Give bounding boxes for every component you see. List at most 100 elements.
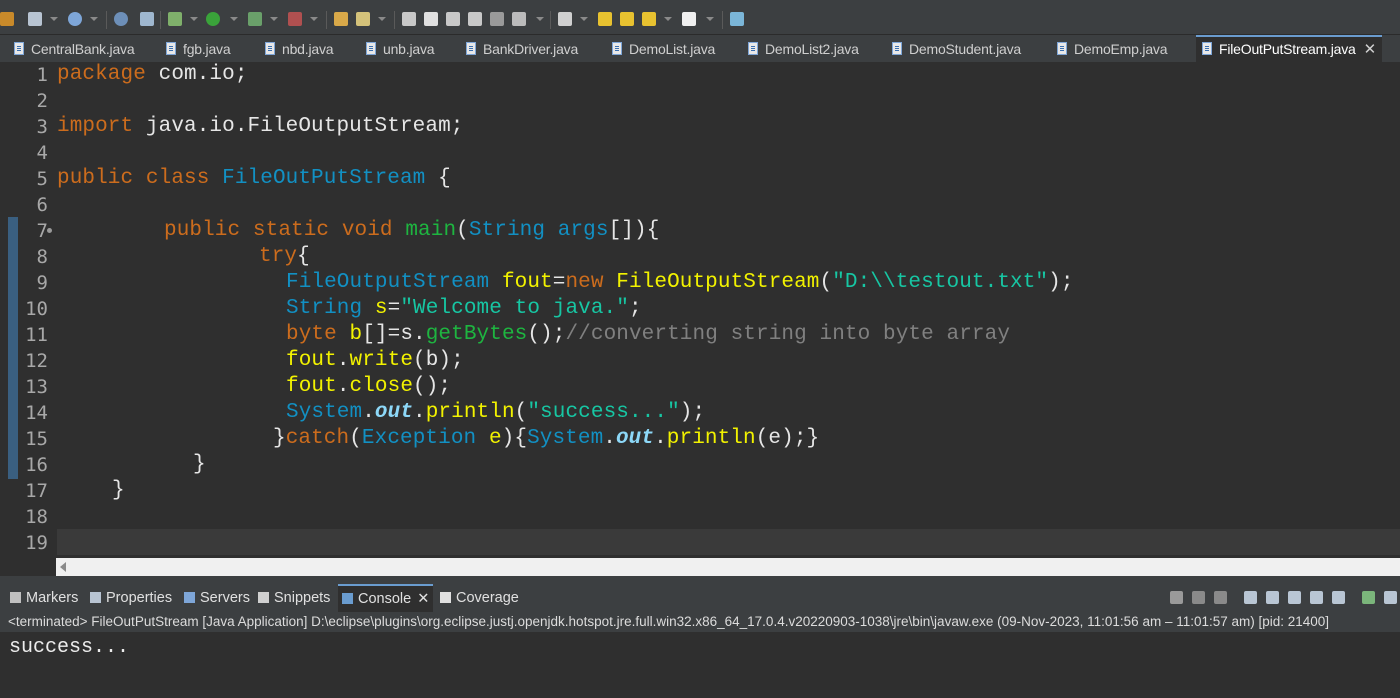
code-line-3[interactable]: import java.io.FileOutputStream;: [57, 115, 463, 138]
forward-dropdown-icon[interactable]: [706, 17, 714, 21]
code-line-12[interactable]: fout.write(b);: [286, 349, 464, 372]
tab-centralbank[interactable]: CentralBank.java: [14, 35, 135, 62]
coverage-dropdown-icon[interactable]: [270, 17, 278, 21]
gear-icon[interactable]: [114, 12, 128, 26]
clear-console-icon[interactable]: [1288, 591, 1301, 604]
display-console-icon[interactable]: [1332, 591, 1345, 604]
prev-edit-icon[interactable]: [598, 12, 612, 26]
tab-demolist[interactable]: DemoList.java: [612, 35, 715, 62]
tab-demoemp[interactable]: DemoEmp.java: [1057, 35, 1168, 62]
line-number: 15: [25, 428, 48, 450]
next-annotation-icon[interactable]: [558, 12, 572, 26]
tab-properties[interactable]: Properties: [90, 584, 172, 612]
markers-icon: [10, 592, 21, 603]
annotation-dropdown-icon[interactable]: [378, 17, 386, 21]
java-file-icon: [166, 42, 176, 55]
block-selection-icon[interactable]: [446, 12, 460, 26]
external-tools-dropdown-icon[interactable]: [310, 17, 318, 21]
line-number: 1: [36, 64, 48, 86]
bottom-view-tab-bar: Markers Properties Servers Snippets Cons…: [0, 584, 1400, 612]
code-line-16[interactable]: }: [193, 453, 206, 476]
run-dropdown-icon[interactable]: [230, 17, 238, 21]
scroll-left-icon[interactable]: [60, 562, 66, 572]
debug-run-icon[interactable]: [168, 12, 182, 26]
code-line-5[interactable]: public class FileOutPutStream {: [57, 167, 451, 190]
highlight-icon[interactable]: [512, 12, 526, 26]
back-icon[interactable]: [642, 12, 656, 26]
java-file-icon: [748, 42, 758, 55]
tab-demostudent[interactable]: DemoStudent.java: [892, 35, 1021, 62]
line-number: 9: [36, 272, 48, 294]
tab-demolist2[interactable]: DemoList2.java: [748, 35, 859, 62]
line-number: 10: [25, 298, 48, 320]
tab-snippets[interactable]: Snippets: [258, 584, 330, 612]
next-edit-icon[interactable]: [620, 12, 634, 26]
run-icon[interactable]: [206, 12, 220, 26]
annotation-icon[interactable]: [356, 12, 370, 26]
next-annotation-dropdown-icon[interactable]: [580, 17, 588, 21]
save-icon[interactable]: [28, 12, 42, 26]
tab-console[interactable]: Console ✕: [338, 584, 434, 612]
coverage-icon[interactable]: [248, 12, 262, 26]
tab-servers[interactable]: Servers: [184, 584, 250, 612]
open-folder-icon[interactable]: [334, 12, 348, 26]
console-output-area[interactable]: success...: [0, 632, 1400, 698]
globe-icon[interactable]: [68, 12, 82, 26]
code-line-9[interactable]: FileOutputStream fout=new FileOutputStre…: [286, 271, 1074, 294]
scroll-lock-icon[interactable]: [1244, 591, 1257, 604]
java-file-icon: [1202, 42, 1212, 55]
view-menu-icon[interactable]: [1384, 591, 1397, 604]
forward-icon[interactable]: [682, 12, 696, 26]
line-number: 8: [36, 246, 48, 268]
console-status-line: <terminated> FileOutPutStream [Java Appl…: [0, 612, 1400, 632]
code-line-1[interactable]: package com.io;: [57, 63, 248, 86]
code-line-17[interactable]: }: [112, 479, 125, 502]
code-line-7[interactable]: public static void main(String args[]){: [164, 219, 659, 242]
tab-nbd[interactable]: nbd.java: [265, 35, 334, 62]
code-line-15[interactable]: }catch(Exception e){System.out.println(e…: [273, 427, 819, 450]
tab-fileoutputstream[interactable]: FileOutPutStream.java ✕: [1196, 35, 1383, 62]
save-dropdown-icon[interactable]: [50, 17, 58, 21]
word-wrap-icon[interactable]: [1266, 591, 1279, 604]
line-number: 12: [25, 350, 48, 372]
java-file-icon: [612, 42, 622, 55]
editor-tab-bar: CentralBank.java fgb.java nbd.java unb.j…: [0, 35, 1400, 62]
tab-fgb[interactable]: fgb.java: [166, 35, 231, 62]
open-console-icon[interactable]: [1362, 591, 1375, 604]
line-number: 18: [25, 506, 48, 528]
line-number: 6: [36, 194, 48, 216]
remove-launch-icon[interactable]: [1192, 591, 1205, 604]
tab-coverage[interactable]: Coverage: [440, 584, 519, 612]
code-line-14[interactable]: System.out.println("success...");: [286, 401, 705, 424]
fold-marker-icon[interactable]: [47, 228, 52, 233]
line-number: 3: [36, 116, 48, 138]
snippets-icon: [258, 592, 269, 603]
close-icon[interactable]: ✕: [417, 591, 429, 607]
debug-icon[interactable]: [140, 12, 154, 26]
pin-editor-icon[interactable]: [730, 12, 744, 26]
code-line-13[interactable]: fout.close();: [286, 375, 451, 398]
new-icon[interactable]: [0, 12, 14, 26]
close-icon[interactable]: ✕: [1364, 41, 1377, 58]
pin-console-icon[interactable]: [1310, 591, 1323, 604]
toggle-mark-icon[interactable]: [468, 12, 482, 26]
tab-unb[interactable]: unb.java: [366, 35, 435, 62]
code-line-10[interactable]: String s="Welcome to java.";: [286, 297, 642, 320]
java-file-icon: [1057, 42, 1067, 55]
back-dropdown-icon[interactable]: [664, 17, 672, 21]
pen-icon[interactable]: [424, 12, 438, 26]
code-line-11[interactable]: byte b[]=s.getBytes();//converting strin…: [286, 323, 1010, 346]
code-line-8[interactable]: try{: [259, 245, 310, 268]
remove-all-icon[interactable]: [1214, 591, 1227, 604]
debug-dropdown-icon[interactable]: [190, 17, 198, 21]
tab-bankdriver[interactable]: BankDriver.java: [466, 35, 578, 62]
toggle-icon[interactable]: [402, 12, 416, 26]
tab-markers[interactable]: Markers: [10, 584, 78, 612]
horizontal-scrollbar[interactable]: [56, 558, 1400, 576]
external-tools-icon[interactable]: [288, 12, 302, 26]
whitespace-icon[interactable]: [490, 12, 504, 26]
terminate-icon[interactable]: [1170, 591, 1183, 604]
highlight-dropdown-icon[interactable]: [536, 17, 544, 21]
console-icon: [342, 593, 353, 604]
globe-dropdown-icon[interactable]: [90, 17, 98, 21]
